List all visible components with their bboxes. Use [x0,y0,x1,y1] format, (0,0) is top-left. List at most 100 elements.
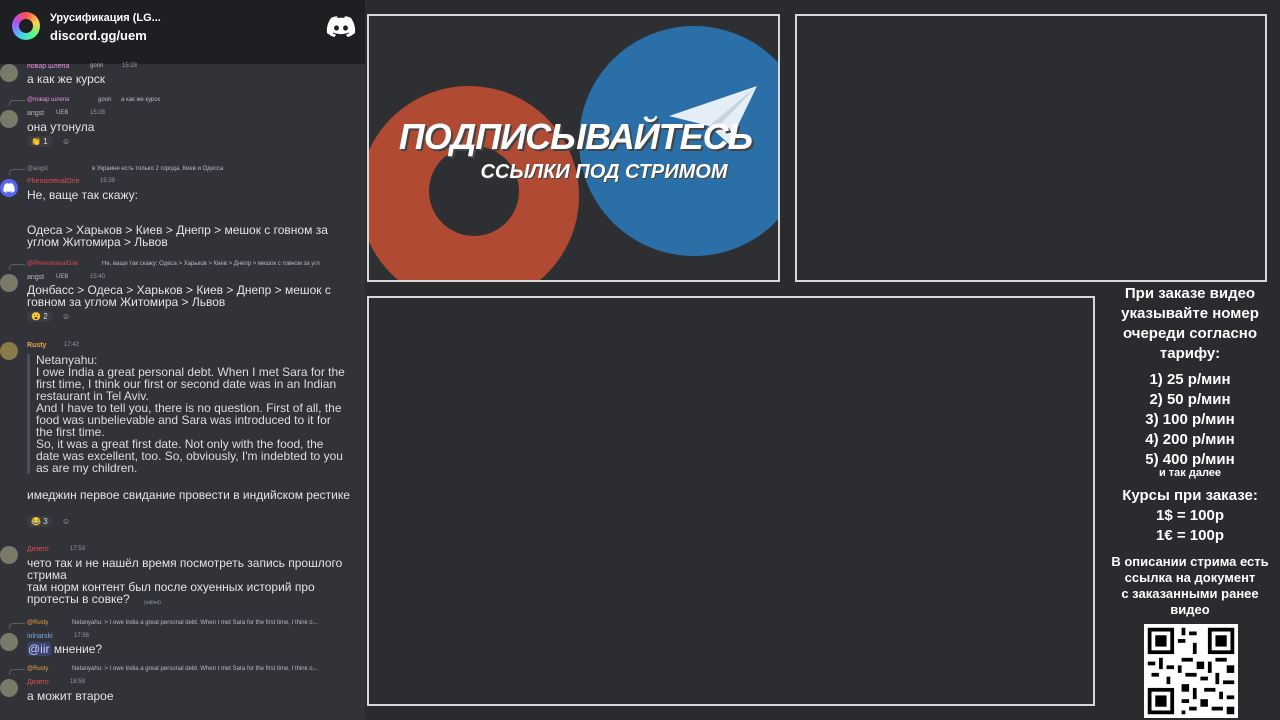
discord-logo-icon [326,16,356,37]
chat-message: @Rusty Netanyahu: > I owe India a great … [0,619,365,661]
avatar [0,64,18,82]
reaction-count: 2 [43,312,48,321]
username[interactable]: Rusty [27,342,46,349]
timestamp: 17:42 [64,342,80,348]
avatar [0,679,18,697]
username[interactable]: angst [27,110,44,117]
tariff-item: 3) 100 р/мин [1145,411,1235,428]
message-text-body: мнение? [50,642,103,656]
reaction-count: 1 [43,137,48,146]
reply-connector [9,100,25,106]
username[interactable]: Дезеro [27,546,49,553]
info-desc-line: видео [1170,602,1210,617]
reply-username[interactable]: @Rusty [27,666,48,672]
tariff-item: 2) 50 р/мин [1149,391,1231,408]
edited-label: (edited) [144,600,161,606]
order-info-panel: При заказе видео указывайте номер очеред… [1100,284,1280,618]
reaction-chip[interactable]: 😮 2 [27,311,52,322]
timestamp: 17:53 [70,546,86,552]
timestamp: 15:28 [122,63,138,69]
message-text: Не, ваще так скажу: [27,188,138,202]
promo-subtitle: ССЫЛКИ ПОД СТРИМОМ [480,161,728,183]
user-mention[interactable]: @iir [27,642,51,656]
timestamp: 15:28 [90,110,106,116]
timestamp: 18:59 [70,679,86,685]
info-desc-line: ссылка на документ [1124,570,1256,585]
info-intro-line: указывайте номер [1121,305,1259,322]
avatar [0,179,18,197]
chat-message: @angst в Украине есть только 2 города, К… [0,165,365,257]
add-reaction-icon[interactable]: ☺ [62,517,70,526]
tariff-etc: и так далее [1158,467,1222,479]
rate-item: 1€ = 100р [1156,527,1224,544]
message-text: имеджин первое свидание провести в индий… [27,488,350,502]
user-tag: UEB [56,274,69,280]
message-text: @iir мнение? [27,642,362,656]
reaction-count: 3 [43,517,48,526]
main-video-frame [367,296,1095,706]
username[interactable]: Дезеro [27,679,49,686]
avatar [0,633,18,651]
reply-connector [9,169,25,175]
message-text: а можит втарое [27,689,114,703]
timestamp: 15:40 [90,274,106,280]
info-intro-line: очереди согласно [1122,325,1258,342]
user-tag: goon [90,63,104,69]
server-icon [12,12,40,40]
add-reaction-icon[interactable]: ☺ [62,137,70,146]
rates-title: Курсы при заказе: [1122,487,1258,504]
message-text: чето так и не нашёл время посмотреть зап… [27,556,343,606]
promo-banner: ПОДПИСЫВАЙТЕСЬ ССЫЛКИ ПОД СТРИМОМ [367,14,780,282]
tariff-item: 4) 200 р/мин [1145,431,1235,448]
username[interactable]: angst [27,274,44,281]
reaction-chip[interactable]: 😂 3 [27,516,52,527]
chat-message: @PhenomenalOne Не, ваще так скажу: Одеса… [0,260,365,330]
username[interactable]: inlnarski [27,633,53,640]
reply-username[interactable]: @PhenomenalOne [27,261,78,267]
reply-preview[interactable]: а как же курск [121,97,160,103]
reply-preview[interactable]: Netanyahu: > I owe India a great persona… [72,666,318,672]
reply-username[interactable]: @повар шлепа [27,97,69,103]
reply-tag: goon [98,97,112,103]
patreon-logo-inner [429,146,519,236]
timestamp: 15:39 [100,178,116,184]
reply-preview[interactable]: в Украине есть только 2 города, Киев и О… [92,166,223,172]
avatar [0,546,18,564]
reaction-chip[interactable]: 👏 1 [27,136,52,147]
username[interactable]: PhenomenalOne [27,178,80,185]
reply-username[interactable]: @Rusty [27,620,48,626]
reply-connector [9,623,25,629]
message-text: Донбасс > Одеса > Харьков > Киев > Днепр… [27,283,331,309]
block-quote: Netanyahu: I owe India a great personal … [27,354,347,474]
username[interactable]: повар шлепа [27,63,69,70]
chat-message: Rusty 17:42 Netanyahu: I owe India a gre… [0,340,365,532]
server-header: Урусификация (LG... discord.gg/uem [0,0,365,64]
avatar [0,342,18,360]
chat-message: повар шлепа goon 15:28 а как же курск [0,62,365,88]
reply-connector [9,264,25,270]
camera-frame [795,14,1267,282]
add-reaction-icon[interactable]: ☺ [62,312,70,321]
server-invite-link[interactable]: discord.gg/uem [50,28,147,43]
chat-message: @Rusty Netanyahu: > I owe India a great … [0,665,365,707]
info-desc-line: В описании стрима есть [1111,554,1269,569]
reply-connector [9,669,25,675]
avatar [0,110,18,128]
message-text: она утонула [27,120,95,134]
info-desc-line: с заказанными ранее [1121,586,1259,601]
rate-item: 1$ = 100р [1156,507,1224,524]
timestamp: 17:56 [74,633,90,639]
chat-message: Дезеro 17:53 чето так и не нашёл время п… [0,544,365,610]
info-intro-line: При заказе видео [1124,285,1256,302]
reply-preview[interactable]: Netanyahu: > I owe India a great persona… [72,620,318,626]
tariff-item: 1) 25 р/мин [1149,371,1231,388]
discord-icon [3,183,15,193]
reply-username[interactable]: @angst [27,166,48,172]
reply-preview[interactable]: Не, ваще так скажу: Одеса > Харьков > Ки… [102,261,320,267]
user-tag: UEB [56,110,69,116]
discord-chat-panel: Урусификация (LG... discord.gg/uem повар… [0,0,365,720]
server-name: Урусификация (LG... [50,12,161,24]
promo-title: ПОДПИСЫВАЙТЕСЬ [398,116,753,157]
qr-code[interactable] [1144,624,1238,718]
message-text: Одеса > Харьков > Киев > Днепр > мешок с… [27,223,328,249]
